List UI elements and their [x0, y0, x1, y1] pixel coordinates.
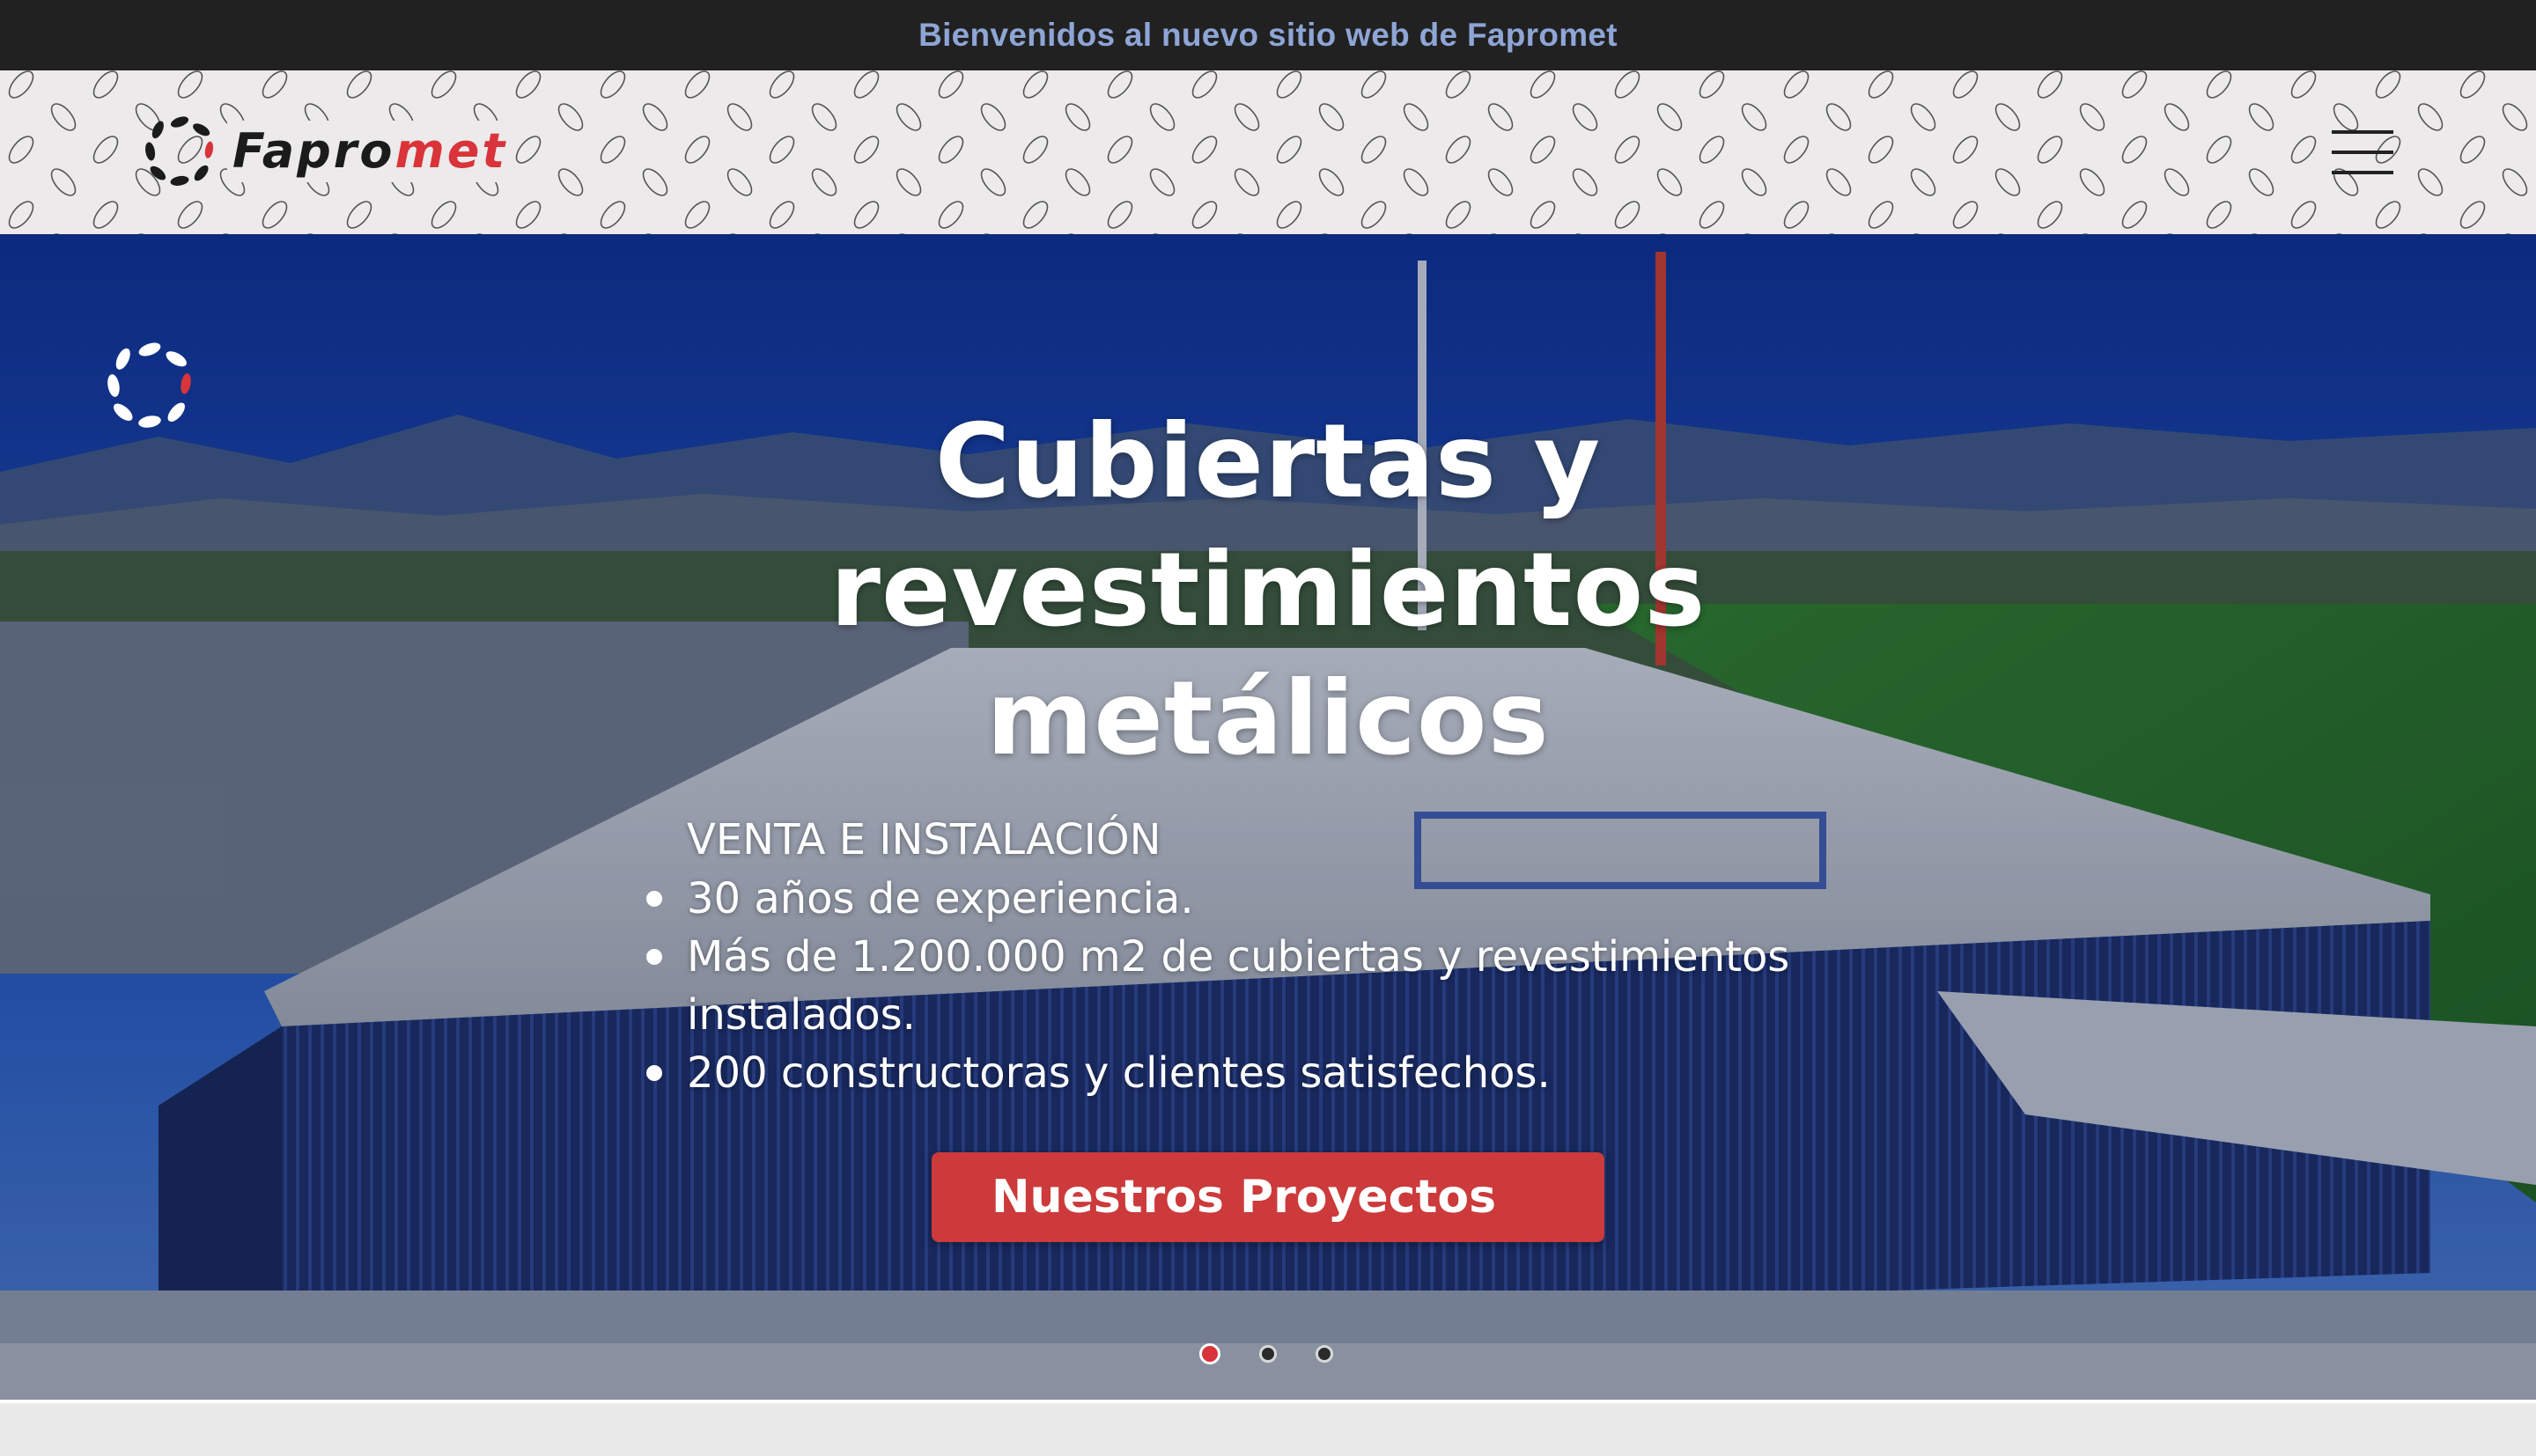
logo-text: Fapromet: [227, 121, 513, 182]
slider-dot-3[interactable]: [1316, 1345, 1333, 1363]
logo-mark-icon: [145, 116, 214, 186]
hero-slider: Cubiertas y revestimientos metálicos VEN…: [0, 234, 2536, 1400]
projects-button[interactable]: Nuestros Proyectos: [932, 1152, 1604, 1242]
site-header: Fapromet: [0, 70, 2536, 234]
bullet-icon: [646, 891, 662, 907]
next-section-strip: [0, 1400, 2536, 1456]
announcement-bar: Bienvenidos al nuevo sitio web de Faprom…: [0, 0, 2536, 70]
list-item: 30 años de experiencia.: [643, 870, 1876, 928]
hamburger-menu-icon[interactable]: [2325, 123, 2395, 181]
list-item: Más de 1.200.000 m2 de cubiertas y reves…: [643, 928, 1876, 1044]
hero-title: Cubiertas y revestimientos metálicos: [829, 402, 1707, 778]
site-logo[interactable]: Fapromet: [141, 109, 513, 194]
slider-dot-2[interactable]: [1259, 1345, 1277, 1363]
hero-bullet-list: 30 años de experiencia. Más de 1.200.000…: [643, 870, 1876, 1102]
slider-dot-1[interactable]: [1199, 1343, 1220, 1364]
bullet-icon: [646, 1065, 662, 1081]
hero-subtitle: VENTA E INSTALACIÓN: [687, 815, 1161, 864]
announcement-text: Bienvenidos al nuevo sitio web de Faprom…: [918, 17, 1618, 53]
list-item: 200 constructoras y clientes satisfechos…: [643, 1044, 1876, 1102]
bullet-icon: [646, 949, 662, 965]
brand-emblem-icon: [107, 342, 191, 428]
slider-pagination: [1199, 1343, 1333, 1364]
